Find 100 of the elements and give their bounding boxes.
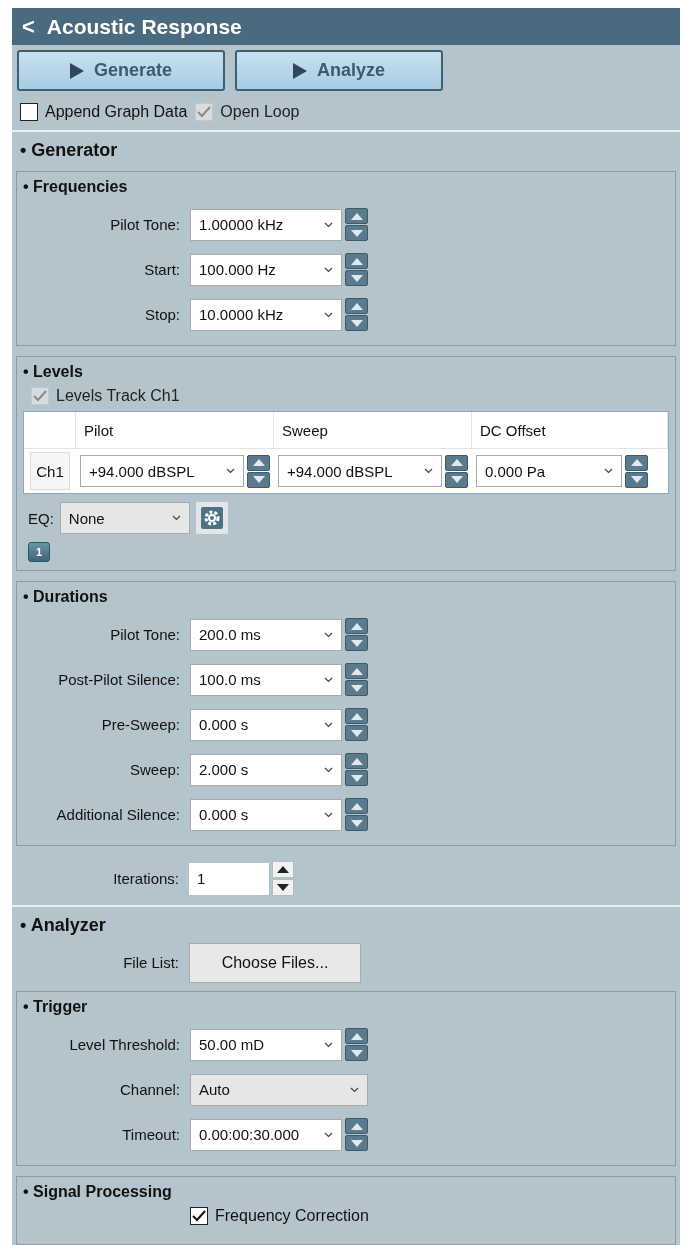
- field-label: Timeout:: [121, 1126, 180, 1143]
- decrement-button[interactable]: [445, 471, 468, 488]
- triangle-down-icon: [252, 476, 265, 483]
- increment-button[interactable]: [445, 454, 468, 471]
- checkbox[interactable]: Append Graph Data: [20, 103, 188, 121]
- run-button[interactable]: Analyze: [235, 50, 443, 91]
- group-title: • Signal Processing: [23, 1182, 173, 1202]
- triangle-down-icon: [350, 1049, 363, 1057]
- chevron-down-icon: [324, 1131, 333, 1138]
- field-label: Pre-Sweep:: [100, 716, 180, 733]
- group-title: • Trigger: [23, 997, 89, 1017]
- triangle-up-icon: [450, 459, 463, 466]
- field-label: Iterations:: [112, 870, 179, 887]
- triangle-up-icon: [350, 757, 363, 765]
- chevron-down-icon: [324, 721, 333, 728]
- group-title: • Durations: [23, 587, 109, 607]
- field-label: Stop:: [143, 306, 180, 323]
- triangle-down-icon: [350, 819, 363, 827]
- triangle-up-icon: [350, 212, 363, 220]
- dropdown-field[interactable]: 50.00 mD: [190, 1028, 342, 1061]
- triangle-down-icon: [450, 476, 463, 483]
- checkmark-icon: [192, 1210, 206, 1222]
- dropdown-field[interactable]: 0.000 s: [190, 708, 342, 741]
- triangle-down-icon: [350, 319, 363, 327]
- section-title: • Analyzer: [19, 914, 107, 937]
- decrement-button[interactable]: [247, 471, 270, 488]
- dropdown-field[interactable]: 10.0000 kHz: [190, 298, 342, 331]
- dropdown-field[interactable]: 2.000 s: [190, 753, 342, 786]
- checkbox[interactable]: Frequency Correction: [190, 1207, 369, 1225]
- triangle-up-icon: [350, 1032, 363, 1040]
- triangle-down-icon: [630, 476, 643, 483]
- increment-button[interactable]: [272, 861, 294, 878]
- triangle-up-icon: [277, 866, 289, 873]
- triangle-down-icon: [350, 774, 363, 782]
- dropdown-field[interactable]: 1.00000 kHz: [190, 208, 342, 241]
- triangle-up-icon: [350, 1122, 363, 1130]
- column-header: Sweep: [274, 412, 472, 449]
- triangle-up-icon: [350, 712, 363, 720]
- run-button[interactable]: Generate: [17, 50, 225, 91]
- increment-button[interactable]: [247, 454, 270, 471]
- field-label: Additional Silence:: [55, 806, 180, 823]
- chevron-down-icon: [324, 266, 333, 273]
- triangle-up-icon: [350, 622, 363, 630]
- chevron-down-icon: [324, 221, 333, 228]
- dropdown-field[interactable]: None: [59, 502, 190, 534]
- chevron-down-icon: [226, 468, 235, 474]
- dropdown-field[interactable]: 200.0 ms: [190, 618, 342, 651]
- row-header: Ch1: [30, 452, 70, 490]
- choose-files-button[interactable]: Choose Files...: [189, 942, 361, 983]
- dropdown-field[interactable]: +94.000 dBSPL: [278, 455, 442, 487]
- decrement-button[interactable]: [625, 471, 648, 488]
- chevron-down-icon: [424, 468, 433, 474]
- field-label: Pilot Tone:: [109, 626, 180, 643]
- window-title: Acoustic Response: [46, 14, 242, 39]
- chevron-down-icon: [324, 631, 333, 638]
- number-field[interactable]: 1: [189, 862, 269, 895]
- section-title: • Generator: [19, 139, 119, 162]
- field-label: Level Threshold:: [68, 1036, 180, 1053]
- triangle-up-icon: [350, 802, 363, 810]
- dropdown-field[interactable]: 0.000 Pa: [476, 455, 622, 487]
- chevron-down-icon: [324, 766, 333, 773]
- corner-header-cell: [24, 412, 76, 449]
- triangle-down-icon: [350, 729, 363, 737]
- triangle-up-icon: [630, 459, 643, 466]
- dropdown-field[interactable]: 100.000 Hz: [190, 253, 342, 286]
- chevron-down-icon: [171, 515, 181, 521]
- field-label: Post-Pilot Silence:: [57, 671, 180, 688]
- column-header: DC Offset: [472, 412, 668, 449]
- field-label: EQ:: [28, 509, 54, 527]
- field-label: Start:: [143, 261, 180, 278]
- play-icon: [69, 62, 84, 79]
- play-icon: [293, 62, 307, 79]
- checkmark-icon: [197, 106, 212, 118]
- chevron-down-icon: [324, 311, 333, 318]
- dropdown-field[interactable]: Auto: [190, 1073, 368, 1106]
- dropdown-field[interactable]: 0.00:00:30.000: [190, 1118, 342, 1151]
- triangle-down-icon: [350, 684, 363, 692]
- back-button[interactable]: <: [22, 13, 35, 40]
- chevron-down-icon: [324, 811, 333, 818]
- triangle-up-icon: [252, 459, 265, 466]
- increment-button[interactable]: [625, 454, 648, 471]
- chevron-down-icon: [604, 468, 613, 474]
- triangle-down-icon: [350, 639, 363, 647]
- triangle-up-icon: [350, 302, 363, 310]
- triangle-up-icon: [350, 257, 363, 265]
- decrement-button[interactable]: [272, 879, 294, 896]
- group-title: • Frequencies: [23, 177, 129, 197]
- checkmark-icon: [33, 390, 47, 402]
- field-label: File List:: [122, 954, 179, 971]
- chevron-down-icon: [350, 1086, 359, 1093]
- settings-button[interactable]: [195, 502, 228, 534]
- field-label: Channel:: [118, 1081, 180, 1098]
- dropdown-field[interactable]: 100.0 ms: [190, 663, 342, 696]
- chevron-down-icon: [324, 676, 333, 683]
- chevron-down-icon: [324, 1041, 333, 1048]
- dropdown-field[interactable]: +94.000 dBSPL: [80, 455, 244, 487]
- triangle-down-icon: [350, 229, 363, 237]
- dropdown-field[interactable]: 0.000 s: [190, 798, 342, 831]
- page-button[interactable]: 1: [28, 542, 50, 562]
- triangle-up-icon: [350, 667, 363, 675]
